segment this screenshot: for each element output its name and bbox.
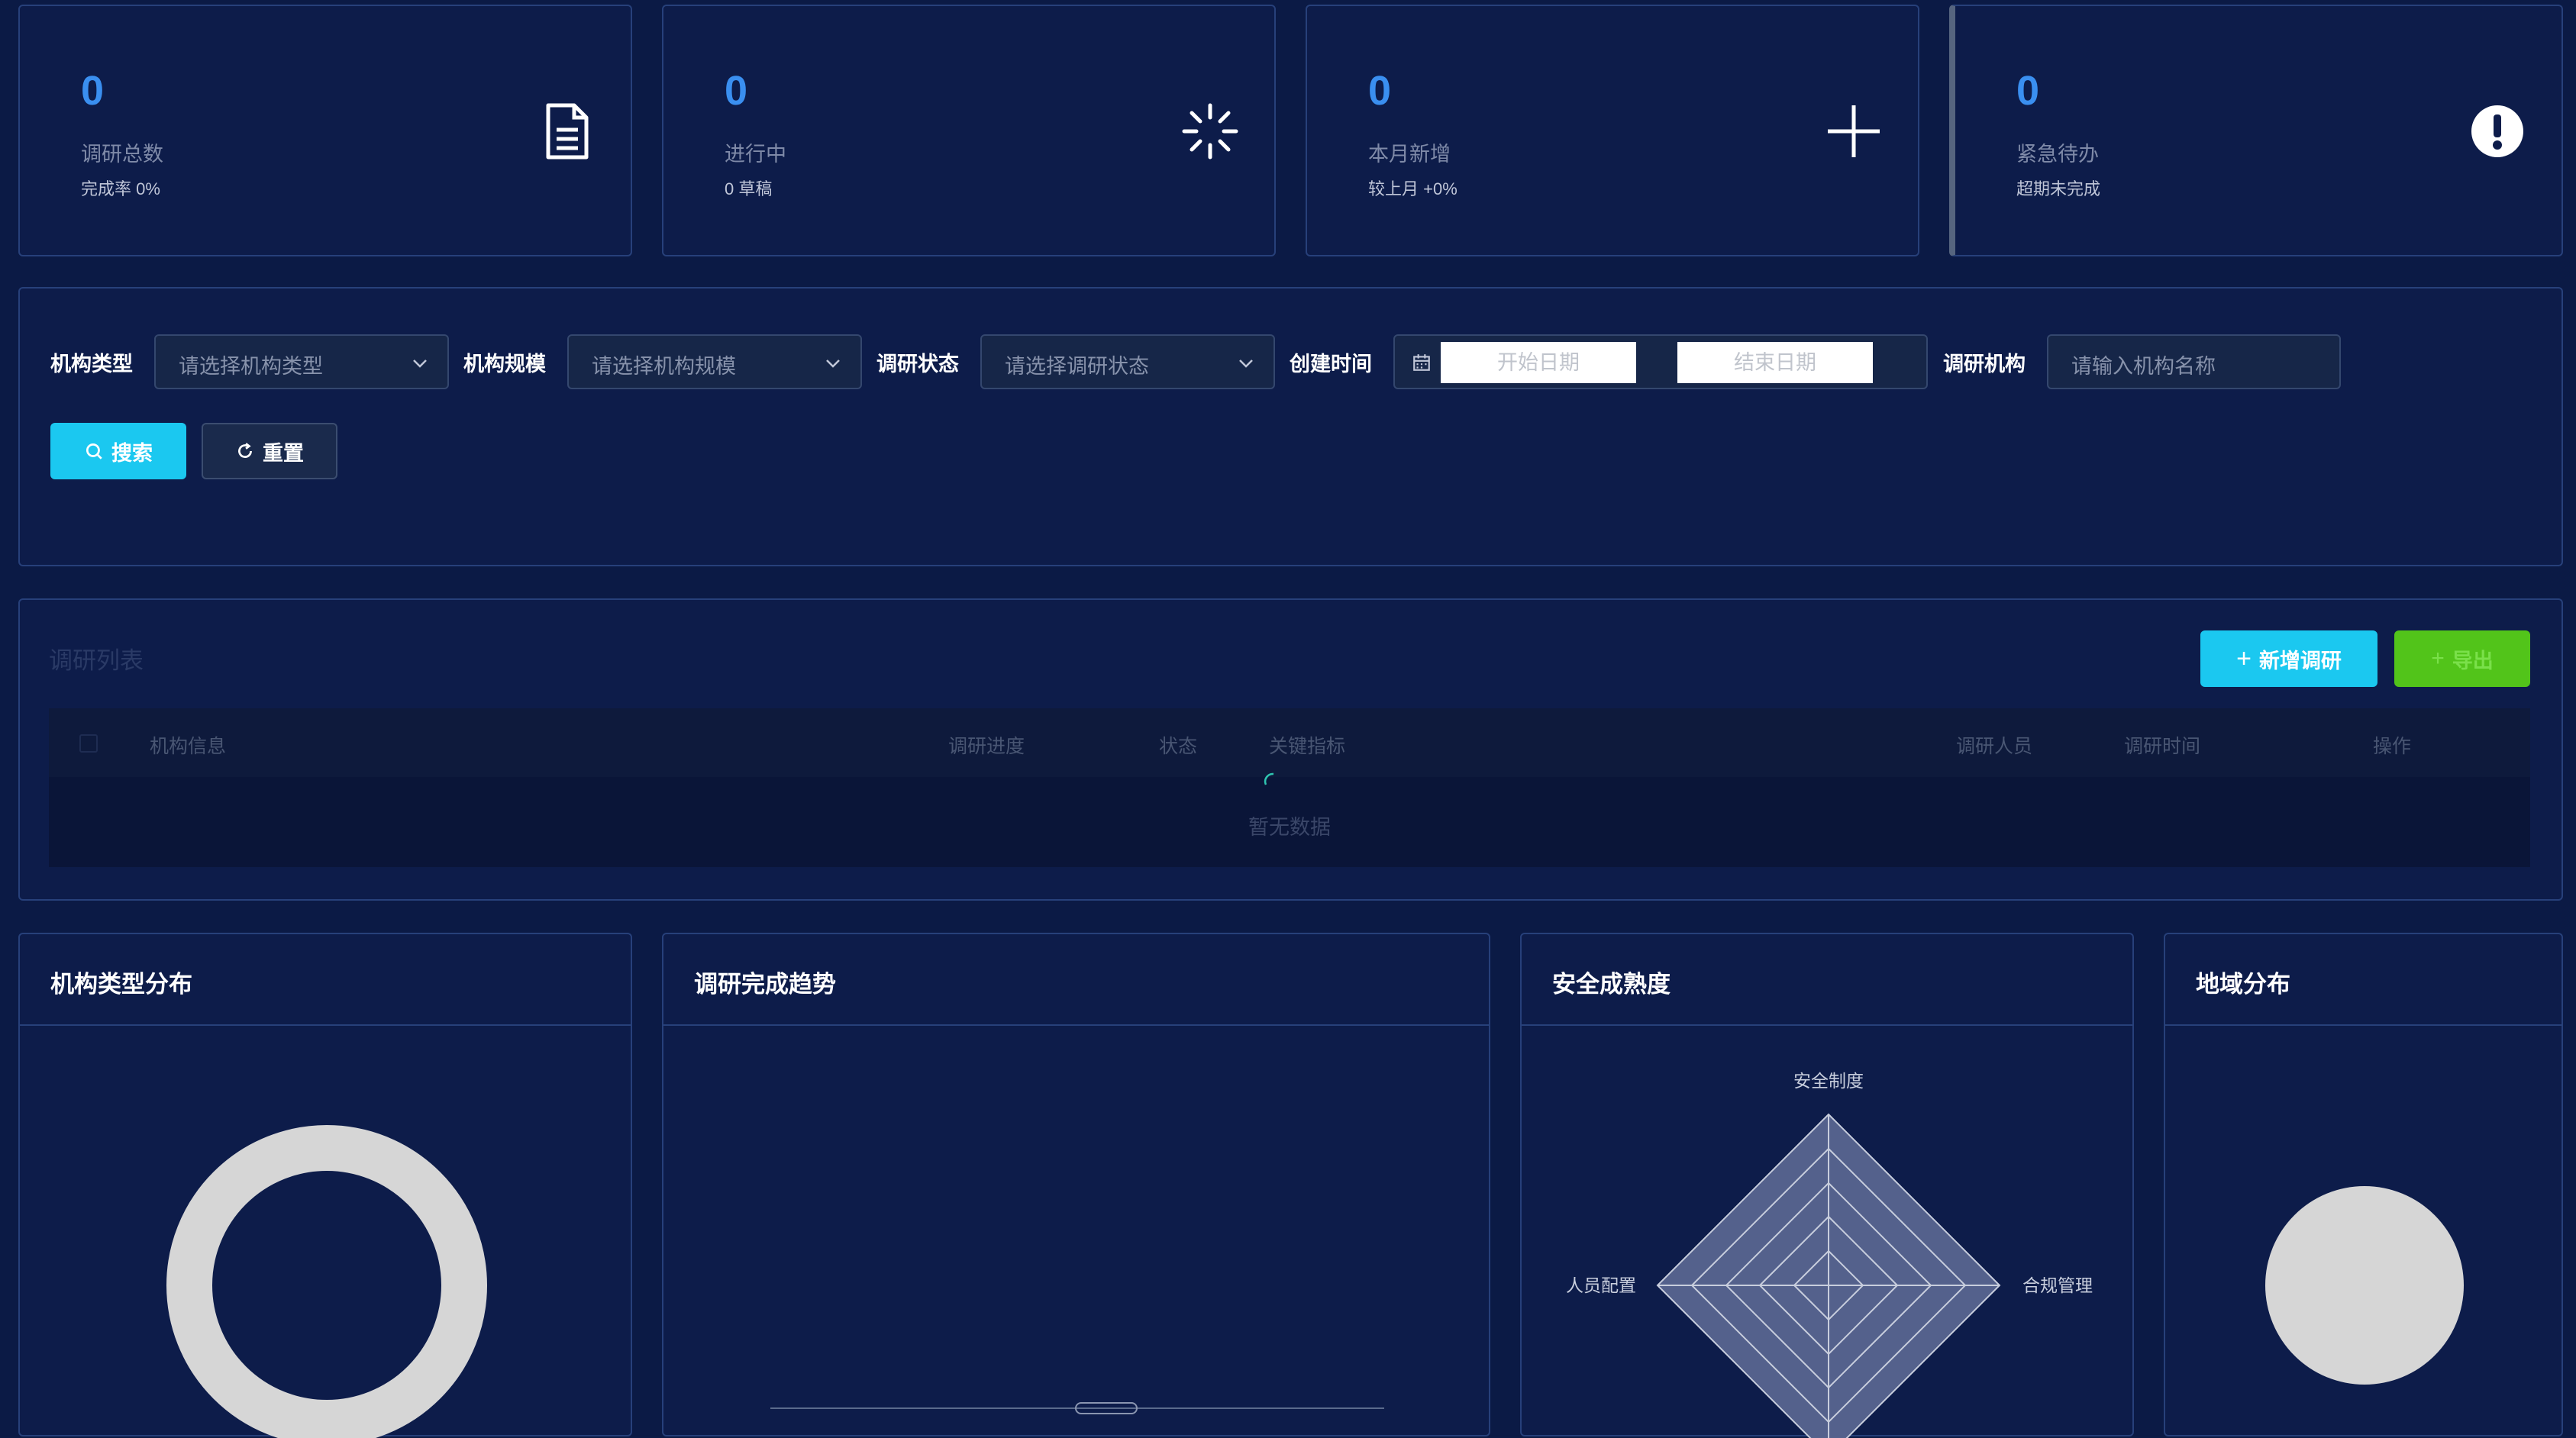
- status-select[interactable]: 请选择调研状态: [980, 334, 1275, 389]
- col-status: 状态: [1159, 736, 1198, 757]
- chevron-down-icon: [413, 360, 427, 368]
- org-scale-select[interactable]: 请选择机构规模: [567, 334, 862, 389]
- plus-icon: [1828, 105, 1880, 157]
- table-title: 调研列表: [49, 647, 144, 674]
- loading-icon: [1182, 103, 1238, 160]
- stat-value: 0: [725, 68, 748, 114]
- search-button-label: 搜索: [111, 441, 153, 465]
- add-survey-label: 新增调研: [2258, 649, 2342, 672]
- region-distribution-panel: 地域分布: [2164, 933, 2563, 1436]
- stat-sub: 较上月 +0%: [1368, 179, 1457, 198]
- donut-chart: [166, 1125, 487, 1438]
- stat-value: 0: [81, 68, 105, 114]
- table-header: 机构信息 调研进度 状态 关键指标 调研人员 调研时间 操作: [49, 708, 2530, 777]
- stat-card-total: 0 调研总数 完成率 0%: [18, 5, 632, 256]
- filter-panel: [18, 287, 2563, 566]
- radar-chart: 安全制度 合规管理 人员配置: [1566, 1071, 2093, 1438]
- exclamation-icon: [2471, 105, 2523, 157]
- col-key-metrics: 关键指标: [1269, 736, 1346, 757]
- org-type-select[interactable]: 请选择机构类型: [154, 334, 449, 389]
- stat-sub: 超期未完成: [2016, 179, 2101, 198]
- stat-label: 调研总数: [81, 143, 163, 166]
- chevron-down-icon: [1239, 360, 1253, 368]
- search-icon: [86, 443, 102, 459]
- stat-value: 0: [1368, 68, 1392, 114]
- empty-state-text: 暂无数据: [1248, 816, 1331, 839]
- date-range-picker[interactable]: 开始日期 结束日期: [1393, 334, 1928, 389]
- radar-label-left: 人员配置: [1566, 1275, 1636, 1295]
- org-type-label: 机构类型: [50, 353, 133, 376]
- calendar-icon: [1413, 354, 1430, 371]
- start-date-input[interactable]: 开始日期: [1441, 342, 1636, 383]
- status-placeholder: 请选择调研状态: [1005, 355, 1149, 378]
- radar-label-top: 安全制度: [1793, 1071, 1864, 1091]
- chevron-down-icon: [826, 360, 840, 368]
- org-name-placeholder: 请输入机构名称: [2071, 355, 2216, 378]
- col-progress: 调研进度: [948, 736, 1025, 757]
- col-time: 调研时间: [2124, 736, 2201, 757]
- plus-icon: +: [2236, 644, 2252, 673]
- donut-ring: [166, 1125, 487, 1438]
- radar-label-right: 合规管理: [2022, 1275, 2093, 1295]
- end-date-input[interactable]: 结束日期: [1677, 342, 1873, 383]
- col-org-info: 机构信息: [150, 736, 227, 757]
- select-all-checkbox[interactable]: [79, 734, 98, 753]
- loading-spinner-icon: [1264, 772, 1274, 785]
- status-label: 调研状态: [876, 353, 959, 376]
- region-pie: [2265, 1186, 2464, 1385]
- org-name-label: 调研机构: [1943, 353, 2026, 376]
- org-name-input[interactable]: 请输入机构名称: [2047, 334, 2341, 389]
- add-survey-button[interactable]: + 新增调研: [2200, 630, 2377, 687]
- trend-chart: [770, 1402, 1384, 1414]
- stat-card-in-progress: 0 进行中 0 草稿: [662, 5, 1276, 256]
- security-maturity-panel: 安全成熟度 安全制度 合规管理 人员配置: [1520, 933, 2134, 1438]
- org-type-placeholder: 请选择机构类型: [179, 355, 323, 378]
- region-pie-chart: [2265, 1186, 2464, 1385]
- stat-sub: 0 草稿: [725, 179, 773, 198]
- completion-trend-panel: 调研完成趋势: [662, 933, 1490, 1436]
- created-time-label: 创建时间: [1290, 353, 1372, 376]
- export-icon: +: [2431, 646, 2445, 671]
- table-body: 暂无数据: [49, 772, 2530, 867]
- stat-card-new: 0 本月新增 较上月 +0%: [1306, 5, 1919, 256]
- search-button[interactable]: 搜索: [50, 423, 186, 479]
- export-label: 导出: [2452, 649, 2494, 672]
- stat-label: 紧急待办: [2016, 143, 2099, 166]
- stat-value: 0: [2016, 68, 2040, 114]
- stat-label: 进行中: [725, 143, 786, 166]
- org-type-distribution-panel: 机构类型分布: [18, 933, 632, 1438]
- org-scale-label: 机构规模: [463, 353, 546, 376]
- reset-button-label: 重置: [263, 441, 304, 465]
- stat-label: 本月新增: [1368, 143, 1451, 166]
- col-actions: 操作: [2373, 736, 2412, 757]
- stat-card-urgent: 0 紧急待办 超期未完成: [1949, 5, 2563, 256]
- col-staff: 调研人员: [1956, 736, 2033, 757]
- export-button[interactable]: + 导出: [2394, 630, 2530, 687]
- reset-button[interactable]: 重置: [202, 423, 337, 479]
- stat-sub: 完成率 0%: [81, 179, 160, 198]
- refresh-icon: [238, 443, 252, 458]
- document-icon: [546, 103, 589, 160]
- org-scale-placeholder: 请选择机构规模: [592, 355, 736, 378]
